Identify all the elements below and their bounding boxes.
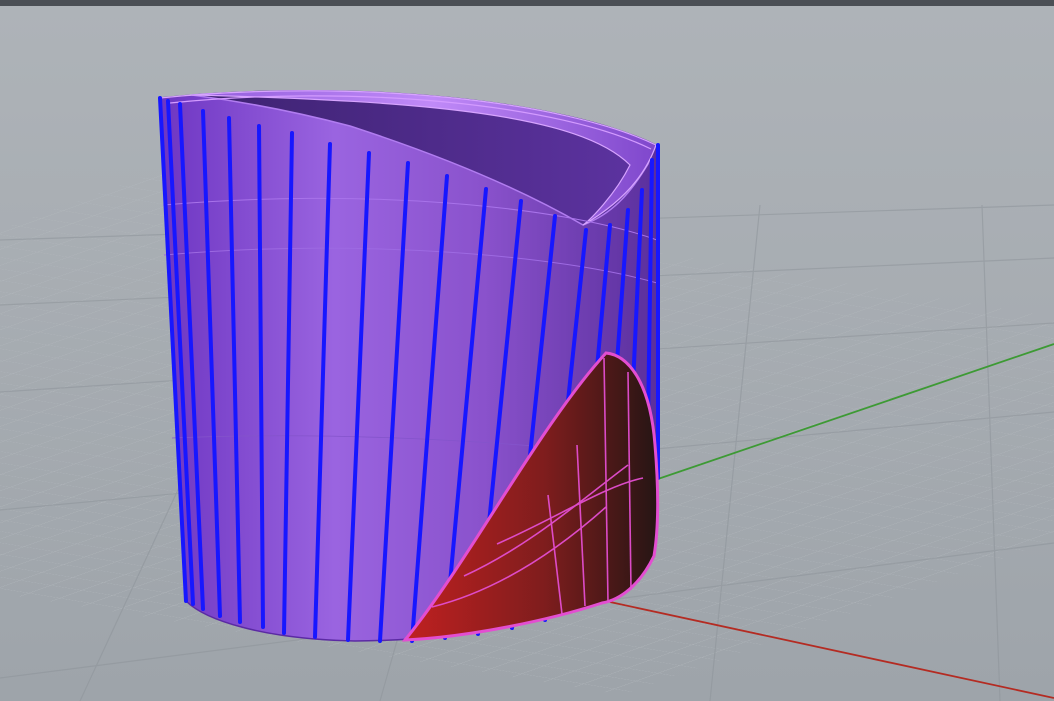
rhino-viewport[interactable] [0, 0, 1054, 701]
viewport-canvas[interactable] [0, 0, 1054, 701]
